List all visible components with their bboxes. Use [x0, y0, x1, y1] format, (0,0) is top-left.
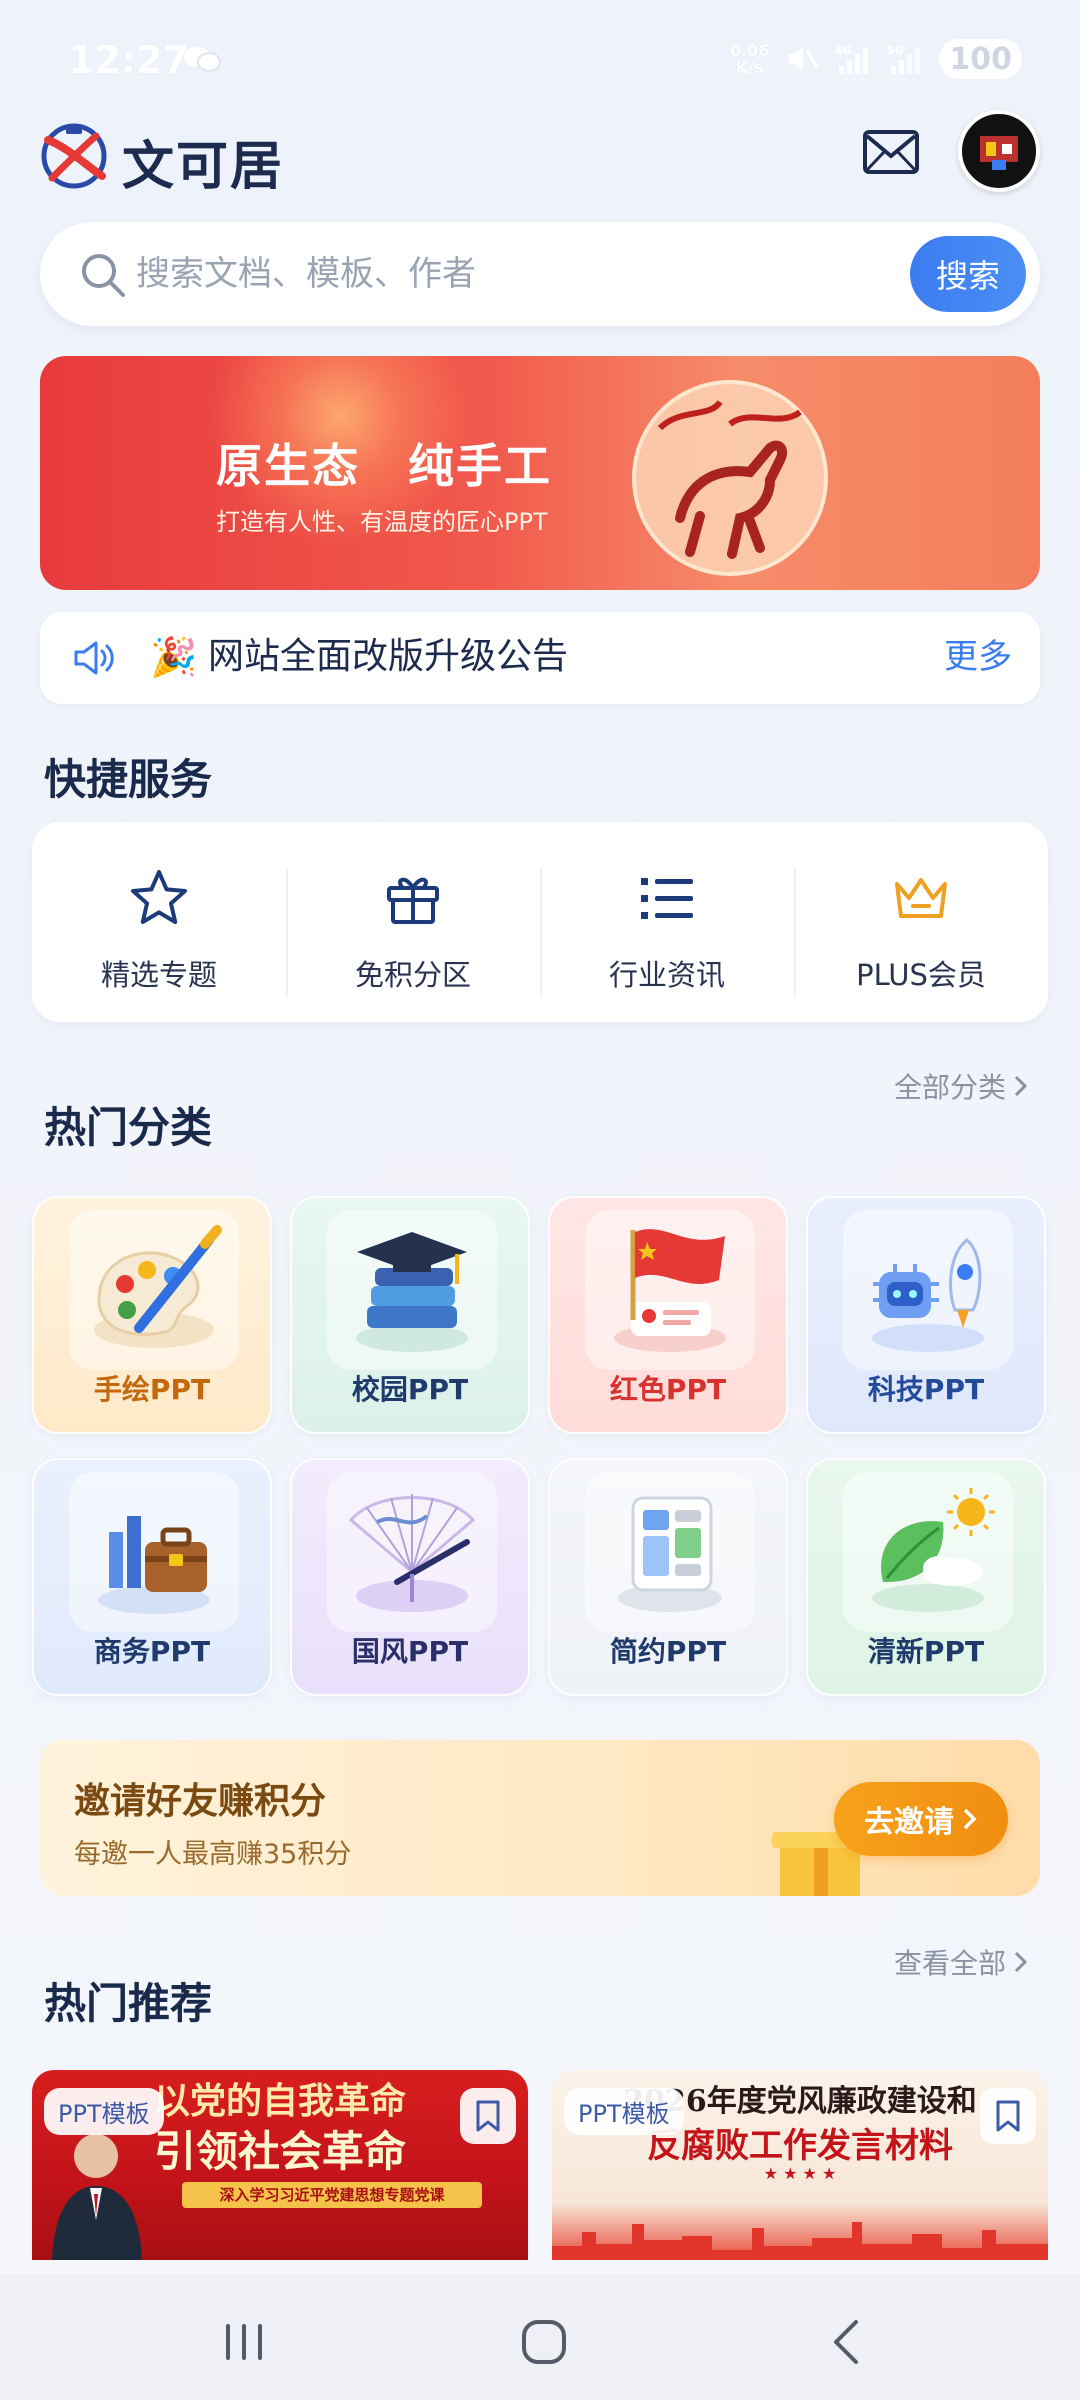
banner-subtitle: 打造有人性、有温度的匠心PPT: [216, 508, 548, 536]
bookmark-button[interactable]: [460, 2088, 516, 2144]
invite-subtitle: 每邀一人最高赚35积分: [74, 1839, 352, 1870]
search-icon: [82, 254, 125, 297]
search-input[interactable]: [136, 244, 836, 304]
status-right: 0.06 K/s 4G 5G 100: [730, 36, 1022, 82]
svg-text:5G: 5G: [887, 44, 904, 57]
crown-icon: [895, 878, 947, 918]
back-button[interactable]: [818, 2312, 878, 2372]
category-fresh[interactable]: 清新PPT: [806, 1458, 1046, 1696]
search-bar: 搜索: [40, 222, 1040, 326]
notice-bar[interactable]: 🎉 网站全面改版升级公告 更多: [40, 612, 1040, 704]
category-red[interactable]: 红色PPT: [548, 1196, 788, 1434]
app-header: 文可居: [0, 110, 1080, 210]
bookmark-icon: [476, 2100, 500, 2132]
categories-title: 热门分类: [44, 1103, 213, 1152]
recommendation-card[interactable]: 以党的自我革命 引领社会革命 深入学习习近平党建思想专题党课 PPT模板: [32, 2070, 528, 2260]
home-button[interactable]: [514, 2312, 574, 2372]
svg-text:4G: 4G: [835, 44, 852, 57]
briefcase-icon: [69, 1472, 239, 1632]
leaf-sun-icon: [843, 1472, 1013, 1632]
category-chinese-style[interactable]: 国风PPT: [290, 1458, 530, 1696]
bookmark-icon: [996, 2100, 1020, 2132]
quick-item-featured[interactable]: 精选专题: [32, 822, 286, 1022]
mail-icon[interactable]: [862, 128, 920, 176]
recent-apps-button[interactable]: [214, 2312, 274, 2372]
horse-art-icon: [632, 380, 828, 576]
quick-item-plus[interactable]: PLUS会员: [794, 822, 1048, 1022]
fan-icon: [327, 1472, 497, 1632]
palette-icon: [69, 1210, 239, 1370]
chevron-right-icon: [1014, 1951, 1028, 1973]
star-icon: [131, 870, 187, 924]
status-time: 12:27: [68, 38, 189, 82]
invite-banner: 邀请好友赚积分 每邀一人最高赚35积分 去邀请: [40, 1740, 1040, 1896]
avatar[interactable]: [958, 110, 1040, 192]
robot-rocket-icon: [843, 1210, 1013, 1370]
search-button[interactable]: 搜索: [910, 236, 1026, 312]
recommendation-card[interactable]: 2026年度党风廉政建设和 反腐败工作发言材料 ★ ★ ★ ★ PPT模板: [552, 2070, 1048, 2260]
speaker-icon: [74, 641, 114, 675]
signal-4g-icon: 4G: [835, 44, 869, 74]
recommendations-title: 热门推荐: [44, 1979, 213, 2028]
category-campus[interactable]: 校园PPT: [290, 1196, 530, 1434]
view-all-link[interactable]: 查看全部: [894, 1942, 1030, 1982]
chevron-right-icon: [963, 1808, 977, 1830]
category-minimal[interactable]: 简约PPT: [548, 1458, 788, 1696]
category-tech[interactable]: 科技PPT: [806, 1196, 1046, 1434]
quick-services: 精选专题 免积分区 行业资讯 PLUS会员: [32, 822, 1048, 1022]
all-categories-link[interactable]: 全部分类: [894, 1066, 1030, 1106]
list-icon: [641, 878, 693, 919]
category-hand-drawn[interactable]: 手绘PPT: [32, 1196, 272, 1434]
quick-item-free[interactable]: 免积分区: [286, 822, 540, 1022]
notice-text: 网站全面改版升级公告: [208, 636, 569, 677]
rec-tag: PPT模板: [564, 2088, 684, 2135]
mute-icon: [789, 47, 819, 71]
gift-icon: [387, 877, 439, 924]
invite-button[interactable]: 去邀请: [834, 1782, 1008, 1856]
wechat-icon: [184, 47, 221, 72]
category-business[interactable]: 商务PPT: [32, 1458, 272, 1696]
category-grid: 手绘PPT 校园PPT 红色PPT 科技PPT 商务PPT 国风PPT 简约PP…: [32, 1196, 1048, 1696]
system-nav-bar: [0, 2274, 1080, 2400]
notice-more-link[interactable]: 更多: [944, 634, 1012, 680]
net-speed: 0.06 K/s: [729, 41, 770, 77]
brand-name: 文可居: [122, 137, 285, 197]
red-flag-icon: [585, 1210, 755, 1370]
banner-title: 原生态 纯手工: [216, 439, 552, 493]
quick-item-news[interactable]: 行业资讯: [540, 822, 794, 1022]
city-skyline-image: [552, 2222, 1048, 2260]
quick-services-title: 快捷服务: [44, 755, 213, 804]
status-bar: 12:27 0.06 K/s 4G 5G 100: [0, 0, 1080, 110]
layout-icon: [585, 1472, 755, 1632]
signal-5g-icon: 5G: [887, 44, 921, 74]
promo-banner[interactable]: 原生态 纯手工 打造有人性、有温度的匠心PPT: [40, 356, 1040, 590]
party-icon: 🎉: [150, 635, 198, 679]
graduation-cap-icon: [327, 1210, 497, 1370]
rec-stars: ★ ★ ★ ★: [763, 2164, 837, 2183]
chevron-right-icon: [1014, 1075, 1028, 1097]
rec-subline: 深入学习习近平党建思想专题党课: [182, 2182, 482, 2208]
bookmark-button[interactable]: [980, 2088, 1036, 2144]
battery-indicator: 100: [939, 39, 1022, 79]
logo-icon: [41, 123, 107, 189]
rec-tag: PPT模板: [44, 2088, 164, 2135]
invite-title: 邀请好友赚积分: [74, 1781, 327, 1822]
